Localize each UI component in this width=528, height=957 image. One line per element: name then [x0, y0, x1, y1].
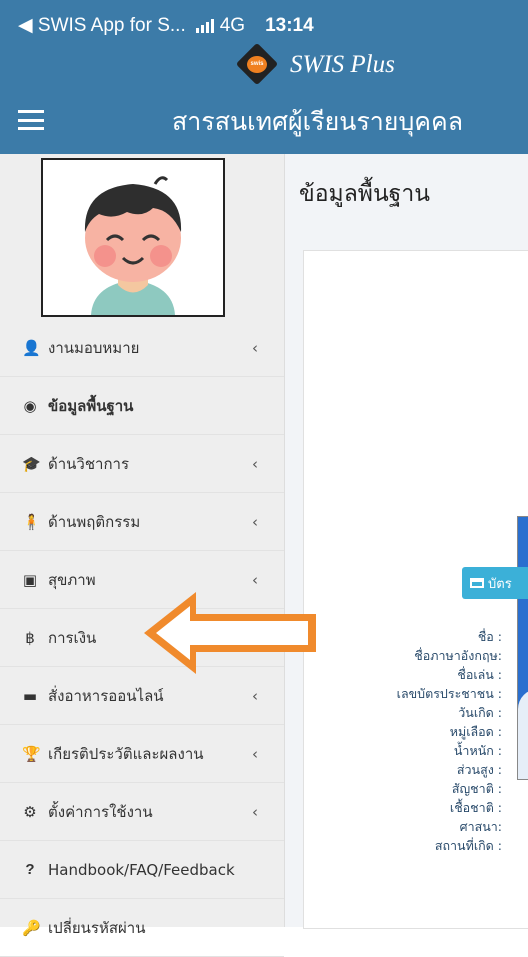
sidebar-item-label: ข้อมูลพื้นฐาน	[48, 396, 134, 415]
sidebar-item-label: ด้านวิชาการ	[48, 454, 130, 473]
trophy-icon: 🏆	[22, 744, 41, 763]
status-row: ◀ SWIS App for S... 4G 13:14	[18, 14, 314, 37]
swis-logo-icon: swis	[235, 42, 280, 86]
sidebar-item-label: Handbook/FAQ/Feedback	[48, 860, 235, 879]
child-icon: 🧍	[22, 512, 41, 531]
back-to-app-link[interactable]: ◀ SWIS App for S...	[18, 14, 186, 37]
student-photo	[517, 516, 528, 780]
brand-name: SWIS Plus	[290, 51, 395, 78]
sidebar-item-handbook[interactable]: ? Handbook/FAQ/Feedback	[0, 841, 284, 899]
food-tray-icon: ▬	[22, 686, 38, 705]
key-icon: 🔑	[22, 918, 41, 937]
sidebar-item-label: เปลี่ยนรหัสผ่าน	[48, 918, 146, 937]
sidebar-item-label: สุขภาพ	[48, 570, 96, 589]
chevron-left-icon: ‹	[252, 686, 258, 705]
profile-field-labels: ชื่อ : ชื่อภาษาอังกฤษ: ชื่อเล่น : เลขบัต…	[300, 627, 502, 855]
cartoon-boy-avatar-icon	[61, 170, 211, 315]
chevron-left-icon: ‹	[252, 512, 258, 531]
annotation-arrow-icon	[144, 592, 316, 674]
field-label-ethnicity: เชื้อชาติ :	[449, 800, 502, 815]
top-navbar: สารสนเทศผู้เรียนรายบุคคล	[0, 88, 528, 154]
sidebar-item-label: เกียรติประวัติและผลงาน	[48, 744, 204, 763]
medkit-icon: ▣	[22, 570, 38, 589]
chevron-left-icon: ‹	[252, 570, 258, 589]
field-label-name-english: ชื่อภาษาอังกฤษ:	[414, 648, 502, 663]
field-label-birthplace: สถานที่เกิด :	[434, 838, 502, 853]
id-card-icon	[470, 578, 484, 588]
page-title: ข้อมูลพื้นฐาน	[299, 181, 431, 207]
sidebar-item-label: การเงิน	[48, 628, 97, 647]
gear-icon: ⚙	[23, 802, 37, 821]
sidebar-item-label: ด้านพฤติกรรม	[48, 512, 141, 531]
baht-icon: ฿	[25, 628, 35, 647]
sidebar-item-label: สั่งอาหารออนไลน์	[48, 686, 164, 705]
field-label-weight: น้ำหนัก :	[453, 743, 502, 758]
signal-icon	[195, 18, 214, 33]
chevron-left-icon: ‹	[252, 744, 258, 763]
sidebar-item-honors[interactable]: 🏆 เกียรติประวัติและผลงาน ‹	[0, 725, 284, 783]
status-bar: ◀ SWIS App for S... 4G 13:14 swis SWIS P…	[0, 0, 528, 88]
user-icon: 👤	[22, 338, 41, 357]
page-header-title: สารสนเทศผู้เรียนรายบุคคล	[172, 107, 464, 136]
brand: swis SWIS Plus	[235, 42, 395, 86]
clock: 13:14	[265, 14, 314, 36]
network-type: 4G	[219, 14, 246, 36]
sidebar-item-behavior[interactable]: 🧍 ด้านพฤติกรรม ‹	[0, 493, 284, 551]
dashboard-icon: ◉	[23, 396, 37, 415]
sidebar-item-label: งานมอบหมาย	[48, 338, 140, 357]
sidebar-item-basic-info[interactable]: ◉ ข้อมูลพื้นฐาน	[0, 377, 284, 435]
chevron-left-icon: ‹	[252, 802, 258, 821]
sidebar: 👤 งานมอบหมาย ‹ ◉ ข้อมูลพื้นฐาน 🎓 ด้านวิช…	[0, 154, 285, 957]
graduation-cap-icon: 🎓	[22, 454, 41, 473]
field-label-height: ส่วนสูง :	[456, 762, 502, 777]
sidebar-item-assignments[interactable]: 👤 งานมอบหมาย ‹	[0, 319, 284, 377]
id-card-button[interactable]: บัตร	[462, 567, 528, 599]
id-card-button-label: บัตร	[488, 576, 512, 592]
field-label-birthdate: วันเกิด :	[458, 705, 502, 720]
field-label-nickname: ชื่อเล่น :	[457, 667, 502, 682]
sidebar-item-label: ตั้งค่าการใช้งาน	[48, 802, 153, 821]
hamburger-menu-icon[interactable]	[18, 110, 44, 130]
student-avatar	[41, 158, 225, 317]
field-label-religion: ศาสนา:	[459, 819, 502, 834]
sidebar-item-academic[interactable]: 🎓 ด้านวิชาการ ‹	[0, 435, 284, 493]
sidebar-item-change-password[interactable]: 🔑 เปลี่ยนรหัสผ่าน	[0, 899, 284, 957]
field-label-blood-type: หมู่เลือด :	[449, 724, 502, 739]
chevron-left-icon: ‹	[252, 454, 258, 473]
chevron-left-icon: ‹	[252, 338, 258, 357]
question-icon: ?	[25, 861, 35, 878]
field-label-national-id: เลขบัตรประชาชน :	[396, 686, 502, 701]
field-label-name: ชื่อ :	[477, 629, 502, 644]
sidebar-item-settings[interactable]: ⚙ ตั้งค่าการใช้งาน ‹	[0, 783, 284, 841]
field-label-nationality: สัญชาติ :	[451, 781, 502, 796]
logo-text: swis	[247, 56, 267, 73]
